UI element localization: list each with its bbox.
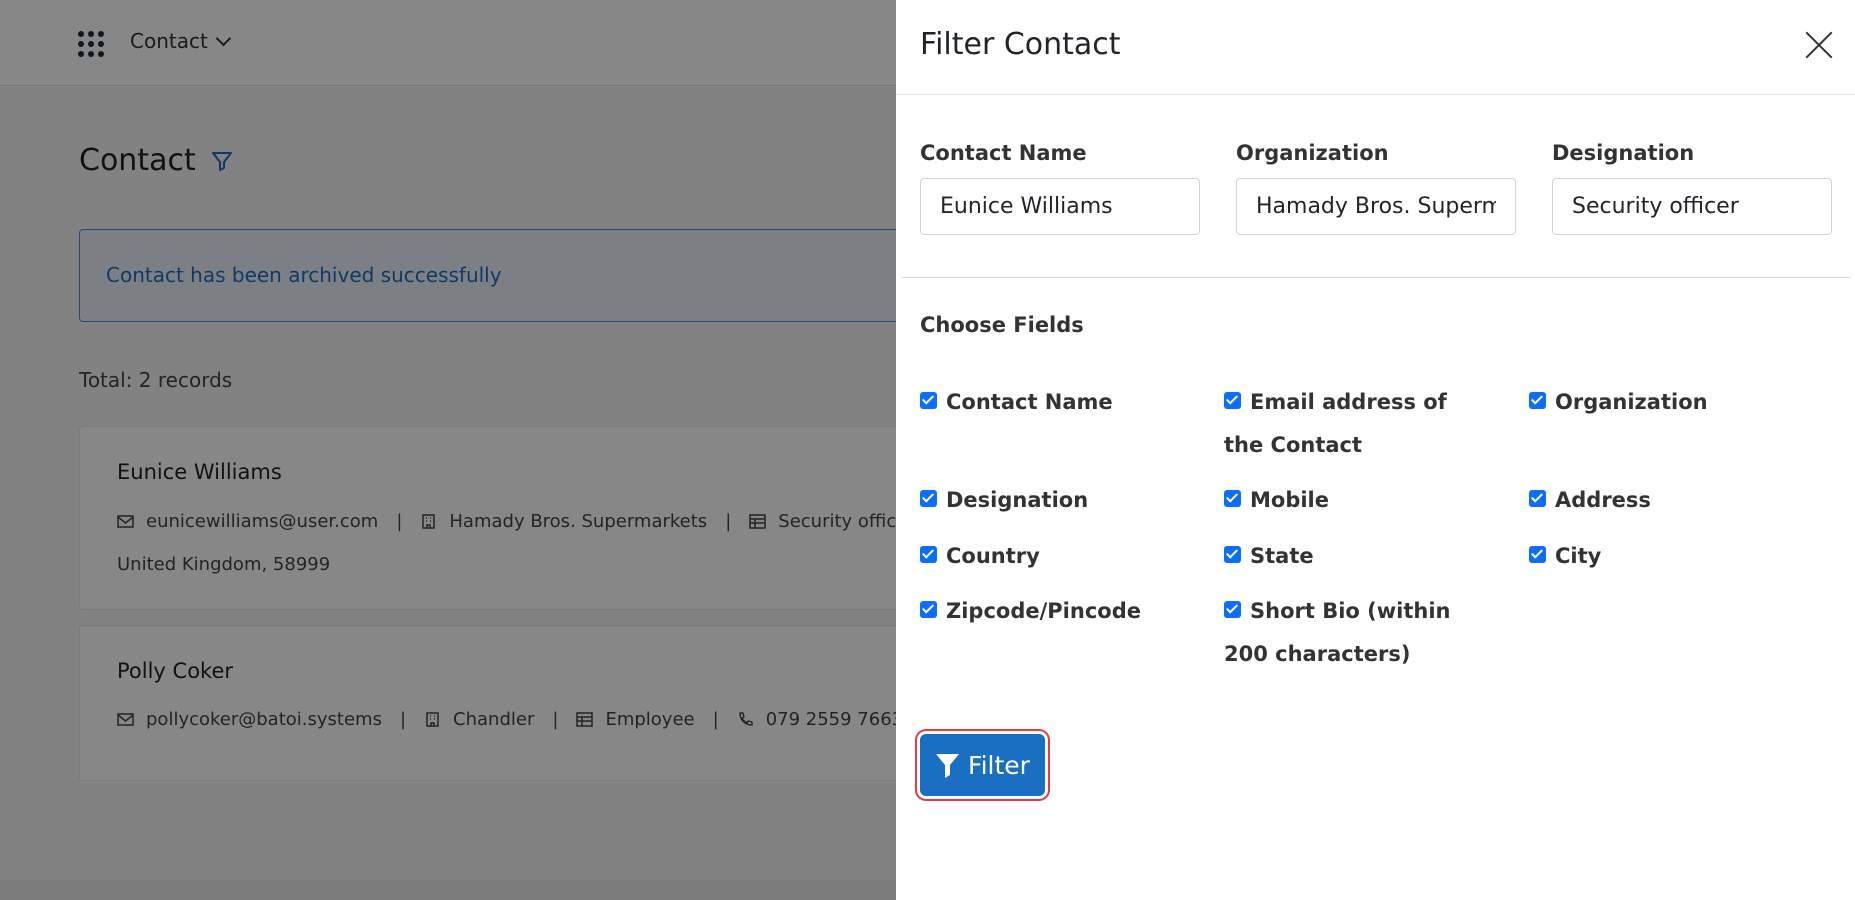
checkbox-checked-icon[interactable] [1224, 490, 1241, 507]
designation-label: Designation [1552, 141, 1695, 165]
checkbox-checked-icon[interactable] [1529, 546, 1546, 563]
checkbox-checked-icon[interactable] [1529, 392, 1546, 409]
checkbox-address[interactable]: Address [1529, 479, 1789, 522]
checkbox-label: Contact Name [946, 390, 1113, 414]
checkbox-label: Email address of the Contact [1224, 390, 1447, 457]
checkbox-country[interactable]: Country [920, 535, 1180, 578]
organization-input[interactable] [1236, 178, 1516, 235]
filter-drawer: Filter Contact Contact Name Organization… [896, 0, 1855, 900]
checkbox-label: Mobile [1250, 488, 1329, 512]
checkbox-label: State [1250, 544, 1314, 568]
checkbox-label: Designation [946, 488, 1089, 512]
filter-button[interactable]: Filter [920, 734, 1045, 796]
checkbox-checked-icon[interactable] [920, 490, 937, 507]
choose-fields-label: Choose Fields [920, 313, 1084, 337]
close-icon[interactable] [1804, 30, 1834, 60]
checkbox-label: Address [1555, 488, 1651, 512]
checkbox-label: City [1555, 544, 1602, 568]
checkbox-checked-icon[interactable] [920, 392, 937, 409]
contact-name-label: Contact Name [920, 141, 1087, 165]
drawer-title: Filter Contact [920, 27, 1121, 62]
checkbox-contact-name[interactable]: Contact Name [920, 381, 1180, 424]
designation-input[interactable] [1552, 178, 1832, 235]
modal-backdrop[interactable] [0, 0, 896, 900]
section-divider [902, 277, 1850, 278]
checkbox-designation[interactable]: Designation [920, 479, 1180, 522]
checkbox-short-bio[interactable]: Short Bio (within 200 characters) [1224, 590, 1484, 676]
drawer-header: Filter Contact [896, 0, 1855, 95]
contact-name-input[interactable] [920, 178, 1200, 235]
checkbox-label: Country [946, 544, 1040, 568]
checkbox-checked-icon[interactable] [1224, 392, 1241, 409]
checkbox-checked-icon[interactable] [920, 601, 937, 618]
checkbox-label: Zipcode/Pincode [946, 599, 1141, 623]
checkbox-mobile[interactable]: Mobile [1224, 479, 1484, 522]
checkbox-checked-icon[interactable] [1529, 490, 1546, 507]
checkbox-checked-icon[interactable] [1224, 601, 1241, 618]
checkbox-label: Short Bio (within 200 characters) [1224, 599, 1451, 666]
checkbox-label: Organization [1555, 390, 1708, 414]
checkbox-city[interactable]: City [1529, 535, 1789, 578]
checkbox-state[interactable]: State [1224, 535, 1484, 578]
organization-label: Organization [1236, 141, 1389, 165]
filter-button-label: Filter [968, 750, 1030, 780]
checkbox-organization[interactable]: Organization [1529, 381, 1789, 424]
checkbox-checked-icon[interactable] [920, 546, 937, 563]
filter-icon [936, 753, 960, 778]
checkbox-checked-icon[interactable] [1224, 546, 1241, 563]
checkbox-email[interactable]: Email address of the Contact [1224, 381, 1484, 467]
checkbox-zipcode[interactable]: Zipcode/Pincode [920, 590, 1180, 633]
